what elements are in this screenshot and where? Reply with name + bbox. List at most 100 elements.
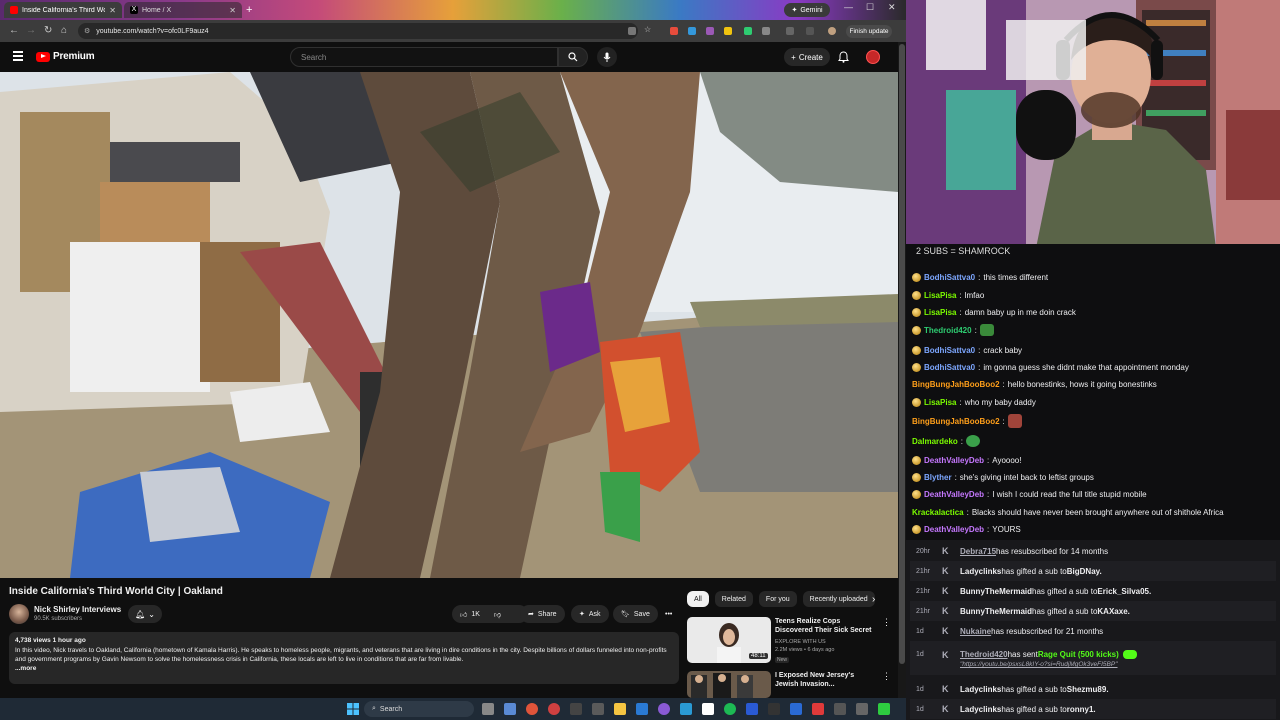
create-button[interactable]: + Create — [784, 48, 830, 66]
event-user[interactable]: Thedroid420 — [960, 650, 1008, 659]
description-box[interactable]: 4,738 views 1 hour ago In this video, Ni… — [9, 632, 679, 684]
minimize-icon[interactable]: — — [844, 2, 853, 12]
like-count[interactable]: 1K — [471, 611, 480, 618]
dislike-icon[interactable]: 👎︎ — [494, 610, 501, 619]
more-actions-icon[interactable]: ••• — [661, 605, 676, 623]
recommendation-title[interactable]: I Exposed New Jersey's Jewish Invasion..… — [775, 671, 879, 689]
chat-username[interactable]: Krackalactica — [912, 508, 964, 517]
search-button[interactable] — [558, 47, 588, 67]
event-user[interactable]: Ladyclinks — [960, 705, 1001, 714]
app-icon[interactable] — [504, 703, 516, 715]
chat-username[interactable]: DeathValleyDeb — [924, 456, 984, 465]
notifications-bell-icon[interactable] — [838, 51, 849, 63]
obs-icon[interactable] — [658, 703, 670, 715]
event-user[interactable]: Debra715 — [960, 547, 996, 556]
forward-icon[interactable]: → — [26, 25, 36, 37]
channel-name[interactable]: Nick Shirley Interviews — [34, 605, 121, 614]
event-user[interactable]: BunnyTheMermaid — [960, 607, 1032, 616]
extension-icon[interactable] — [688, 27, 696, 35]
chat-username[interactable]: BodhiSattva0 — [924, 363, 975, 372]
recommendation-item[interactable]: I Exposed New Jersey's Jewish Invasion..… — [687, 671, 891, 698]
show-more-link[interactable]: ...more — [15, 664, 673, 673]
chat-username[interactable]: DeathValleyDeb — [924, 490, 984, 499]
bookmark-star-icon[interactable]: ☆ — [644, 25, 652, 34]
taskbar-search[interactable]: ⌕ Search — [364, 701, 474, 717]
maximize-icon[interactable]: ☐ — [866, 2, 874, 13]
spotify-icon[interactable] — [724, 703, 736, 715]
channel-avatar[interactable] — [9, 604, 29, 624]
chat-username[interactable]: Dalmardeko — [912, 437, 958, 446]
chrome-icon[interactable] — [526, 703, 538, 715]
chat-username[interactable]: Thedroid420 — [924, 326, 972, 335]
more-options-icon[interactable]: ⋮ — [882, 671, 891, 682]
extension-icon[interactable] — [724, 27, 732, 35]
download-icon[interactable] — [806, 27, 814, 35]
event-link[interactable]: "https://youtu.be/psxsL8kIY-o?si=RudjMgO… — [960, 661, 1137, 668]
scrollbar-thumb[interactable] — [899, 44, 905, 664]
tab-x[interactable]: X Home / X ✕ — [124, 2, 242, 18]
chat-username[interactable]: LisaPisa — [924, 308, 956, 317]
page-scrollbar[interactable] — [898, 42, 906, 698]
profile-avatar[interactable] — [828, 27, 836, 35]
search-input[interactable]: Search — [290, 47, 558, 67]
chip-all[interactable]: All — [687, 591, 709, 607]
chat-username[interactable]: BodhiSattva0 — [924, 346, 975, 355]
chat-username[interactable]: BodhiSattva0 — [924, 273, 975, 282]
close-tab-icon[interactable]: ✕ — [109, 6, 116, 15]
extension-icon[interactable] — [670, 27, 678, 35]
more-options-icon[interactable]: ⋮ — [882, 617, 891, 628]
chat-username[interactable]: BingBungJahBooBoo2 — [912, 380, 1000, 389]
chevron-right-icon[interactable]: › — [872, 594, 875, 605]
tab-youtube[interactable]: Inside California's Third World ✕ — [4, 2, 122, 18]
ask-button[interactable]: ✦ Ask — [571, 605, 609, 623]
app-icon[interactable] — [856, 703, 868, 715]
chip-recently-uploaded[interactable]: Recently uploaded — [802, 591, 875, 607]
event-user[interactable]: Ladyclinks — [960, 685, 1001, 694]
event-user[interactable]: Ladyclinks — [960, 567, 1001, 576]
chat-username[interactable]: BingBungJahBooBoo2 — [912, 417, 1000, 426]
app-icon[interactable] — [768, 703, 780, 715]
like-icon[interactable]: 👍︎ — [460, 610, 467, 619]
reload-icon[interactable]: ↻ — [44, 25, 52, 37]
event-user[interactable]: BunnyTheMermaid — [960, 587, 1032, 596]
recommendation-item[interactable]: 48:11 Teens Realize Cops Discovered Thei… — [687, 617, 891, 665]
save-button[interactable]: 🔖︎ Save — [613, 605, 658, 623]
home-icon[interactable]: ⌂ — [61, 25, 67, 37]
site-info-icon[interactable]: ⚙ — [84, 27, 90, 35]
app-icon[interactable] — [834, 703, 846, 715]
recommendation-thumbnail[interactable]: 48:11 — [687, 617, 771, 663]
extension-icon[interactable] — [706, 27, 714, 35]
back-icon[interactable]: ← — [9, 25, 19, 37]
menu-icon[interactable] — [13, 51, 23, 61]
app-icon[interactable] — [592, 703, 604, 715]
task-view-icon[interactable] — [482, 703, 494, 715]
extension-icon[interactable] — [744, 27, 752, 35]
app-icon[interactable] — [680, 703, 692, 715]
finish-update-button[interactable]: Finish update — [846, 25, 892, 38]
share-button[interactable]: ➦ Share — [520, 605, 565, 623]
app-icon[interactable] — [702, 703, 714, 715]
app-icon[interactable] — [636, 703, 648, 715]
chat-username[interactable]: LisaPisa — [924, 398, 956, 407]
youtube-logo[interactable]: Premium — [36, 51, 95, 62]
subscribed-notification-button[interactable]: 🔔︎ ⌄ — [128, 605, 162, 623]
app-icon[interactable] — [812, 703, 824, 715]
steam-icon[interactable] — [746, 703, 758, 715]
voice-search-button[interactable] — [597, 47, 617, 67]
recommendation-thumbnail[interactable] — [687, 671, 771, 698]
close-window-icon[interactable]: ✕ — [888, 2, 896, 13]
recommendation-title[interactable]: Teens Realize Cops Discovered Their Sick… — [775, 617, 879, 635]
app-icon[interactable] — [790, 703, 802, 715]
chat-username[interactable]: Blyther — [924, 473, 952, 482]
chip-for-you[interactable]: For you — [758, 591, 797, 607]
app-icon[interactable] — [570, 703, 582, 715]
recommendation-channel[interactable]: EXPLORE WITH US — [775, 639, 826, 646]
account-avatar[interactable] — [866, 50, 880, 64]
chat-username[interactable]: DeathValleyDeb — [924, 525, 984, 534]
app-icon[interactable] — [878, 703, 890, 715]
file-explorer-icon[interactable] — [614, 703, 626, 715]
chrome-icon[interactable] — [548, 703, 560, 715]
new-tab-button[interactable]: + — [246, 4, 252, 16]
windows-start-icon[interactable] — [347, 703, 359, 715]
event-user[interactable]: Nukaine — [960, 627, 991, 636]
